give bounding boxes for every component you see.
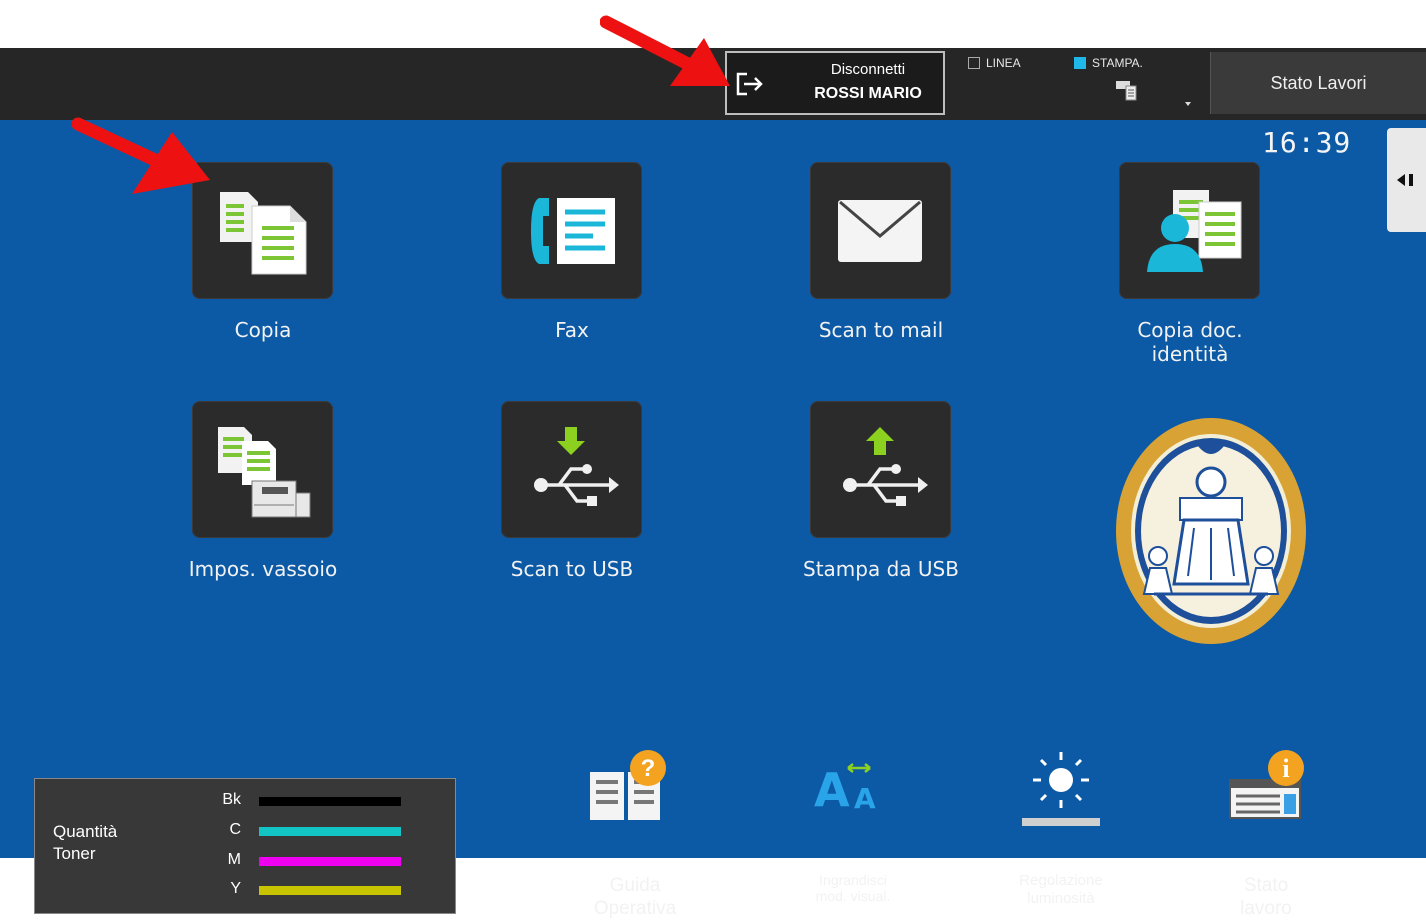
line-status-box xyxy=(968,57,980,69)
fax-icon xyxy=(531,198,615,264)
print-indicator: STAMPA. xyxy=(1074,56,1143,70)
toner-level-panel: Quantità Toner Bk C M Y xyxy=(34,778,456,914)
print-from-usb-tile[interactable] xyxy=(810,401,951,538)
help-guide-label: Guida Operativa xyxy=(593,875,677,919)
brightness-icon xyxy=(1022,752,1100,826)
tray-settings-icon xyxy=(218,427,311,518)
tray-settings-label: Impos. vassoio xyxy=(188,557,338,581)
copy-label: Copia xyxy=(234,318,292,342)
print-status-box xyxy=(1074,57,1086,69)
svg-text:i: i xyxy=(1282,754,1289,783)
print-indicator-label: STAMPA. xyxy=(1092,56,1143,70)
svg-text:?: ? xyxy=(641,755,656,782)
scan-to-usb-tile[interactable] xyxy=(501,401,642,538)
id-copy-icon xyxy=(1147,190,1242,272)
brightness-label: Regolazione luminosità xyxy=(1019,872,1103,907)
toner-y-bar xyxy=(259,886,401,895)
job-status-button[interactable]: Stato Lavori xyxy=(1210,52,1426,114)
scan-to-mail-label: Scan to mail xyxy=(818,318,944,342)
enlarge-display-label: Ingrandisci mod. visual. xyxy=(815,872,891,904)
disconnect-label: Disconnetti xyxy=(830,61,906,78)
job-status-shortcut-label: Stato lavoro xyxy=(1240,875,1292,919)
toner-c-label: C xyxy=(229,821,241,838)
id-copy-tile[interactable] xyxy=(1119,162,1260,299)
svg-text:A: A xyxy=(854,782,876,815)
fax-label: Fax xyxy=(555,318,589,342)
toner-y-label: Y xyxy=(230,880,241,897)
toner-title: Quantità Toner xyxy=(53,822,118,863)
line-indicator: LINEA xyxy=(968,56,1021,70)
toner-bk-label: Bk xyxy=(222,791,241,808)
fax-tile[interactable] xyxy=(501,162,642,299)
printer-queue-icon[interactable] xyxy=(1114,78,1204,110)
line-indicator-label: LINEA xyxy=(986,56,1021,70)
university-seal-logo xyxy=(1116,418,1306,644)
job-status-icon: i xyxy=(1229,750,1304,819)
usb-download-icon xyxy=(534,427,619,506)
toner-m-label: M xyxy=(227,851,241,868)
tray-settings-tile[interactable] xyxy=(192,401,333,538)
disconnect-button[interactable]: Disconnetti ROSSI MARIO xyxy=(725,51,945,115)
user-name: ROSSI MARIO xyxy=(814,85,922,102)
id-copy-label: Copia doc. identità xyxy=(1137,318,1243,366)
scan-to-mail-tile[interactable] xyxy=(810,162,951,299)
help-guide-icon: ? xyxy=(590,750,666,820)
clock: 16:39 xyxy=(1262,126,1352,159)
annotation-arrow-copy xyxy=(71,117,210,194)
scan-to-usb-label: Scan to USB xyxy=(510,557,634,581)
home-screen: 16:39 Copia Fax Scan to mail Copia doc. … xyxy=(0,120,1426,919)
toner-m-bar xyxy=(259,857,401,866)
mail-icon xyxy=(838,200,922,262)
side-panel-tab[interactable] xyxy=(1387,128,1426,232)
toner-bk-bar xyxy=(259,797,401,806)
toner-c-bar xyxy=(259,827,401,836)
print-from-usb-label: Stampa da USB xyxy=(803,557,959,581)
side-panel-arrow-icon xyxy=(1397,174,1413,186)
usb-upload-icon xyxy=(843,427,928,506)
enlarge-text-icon: A A xyxy=(814,763,876,816)
annotation-arrow-disconnect xyxy=(600,15,730,86)
svg-text:A: A xyxy=(814,763,850,816)
